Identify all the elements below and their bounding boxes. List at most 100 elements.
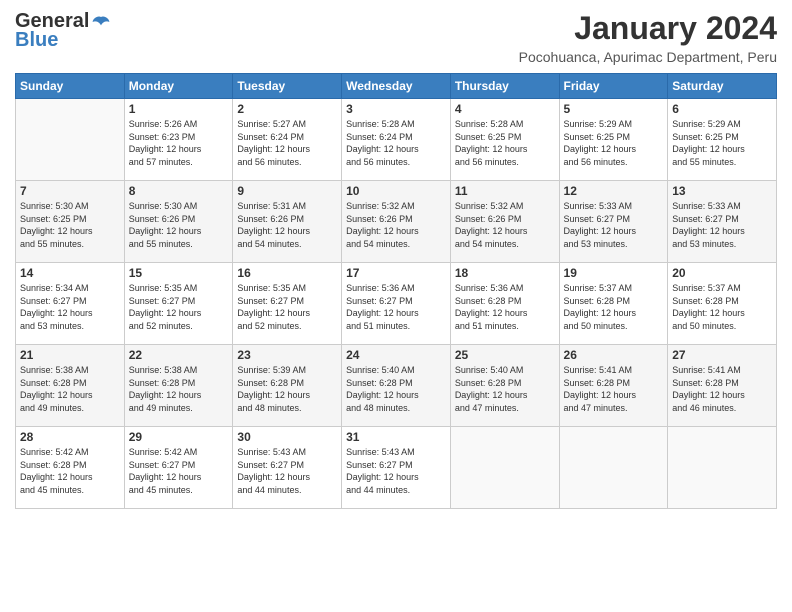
logo-blue: Blue — [15, 29, 58, 52]
table-row: 26Sunrise: 5:41 AMSunset: 6:28 PMDayligh… — [559, 345, 668, 427]
table-row: 2 Sunrise: 5:27 AMSunset: 6:24 PMDaylight… — [233, 99, 342, 181]
table-row: 17 Sunrise: 5:36 AMSunset: 6:27 PMDayligh… — [342, 263, 451, 345]
day-number: 17 — [346, 266, 446, 280]
page: General Blue January 2024 Pocohuanca, Ap… — [0, 0, 792, 612]
day-number: 19 — [564, 266, 664, 280]
day-info: Sunrise: 5:30 AMSunset: 6:26 PMDaylight:… — [129, 200, 229, 250]
day-info: Sunrise: 5:33 AMSunset: 6:27 PMDaylight:… — [672, 200, 772, 250]
day-number: 23 — [237, 348, 337, 362]
day-number: 10 — [346, 184, 446, 198]
table-row: 10 Sunrise: 5:32 AMSunset: 6:26 PMDayligh… — [342, 181, 451, 263]
calendar-week-row: 1 Sunrise: 5:26 AMSunset: 6:23 PMDaylight… — [16, 99, 777, 181]
day-info: Sunrise: 5:37 AMSunset: 6:28 PMDaylight:… — [564, 282, 664, 332]
day-number: 4 — [455, 102, 555, 116]
day-info: Sunrise: 5:32 AMSunset: 6:26 PMDaylight:… — [346, 200, 446, 250]
day-info: Sunrise: 5:31 AMSunset: 6:26 PMDaylight:… — [237, 200, 337, 250]
col-thursday: Thursday — [450, 74, 559, 99]
day-info: Sunrise: 5:29 AMSunset: 6:25 PMDaylight:… — [672, 118, 772, 168]
day-number: 31 — [346, 430, 446, 444]
day-number: 14 — [20, 266, 120, 280]
table-row: 29 Sunrise: 5:42 AMSunset: 6:27 PMDayligh… — [124, 427, 233, 509]
day-number: 11 — [455, 184, 555, 198]
day-info: Sunrise: 5:34 AMSunset: 6:27 PMDaylight:… — [20, 282, 120, 332]
table-row: 4 Sunrise: 5:28 AMSunset: 6:25 PMDaylight… — [450, 99, 559, 181]
day-info: Sunrise: 5:37 AMSunset: 6:28 PMDaylight:… — [672, 282, 772, 332]
header: General Blue January 2024 Pocohuanca, Ap… — [15, 10, 777, 65]
day-number: 8 — [129, 184, 229, 198]
day-info: Sunrise: 5:38 AMSunset: 6:28 PMDaylight:… — [20, 364, 120, 414]
day-number: 1 — [129, 102, 229, 116]
day-info: Sunrise: 5:30 AMSunset: 6:25 PMDaylight:… — [20, 200, 120, 250]
table-row: 3 Sunrise: 5:28 AMSunset: 6:24 PMDaylight… — [342, 99, 451, 181]
day-number: 27 — [672, 348, 772, 362]
day-number: 9 — [237, 184, 337, 198]
table-row: 16 Sunrise: 5:35 AMSunset: 6:27 PMDayligh… — [233, 263, 342, 345]
day-number: 30 — [237, 430, 337, 444]
col-tuesday: Tuesday — [233, 74, 342, 99]
table-row: 20Sunrise: 5:37 AMSunset: 6:28 PMDayligh… — [668, 263, 777, 345]
day-info: Sunrise: 5:28 AMSunset: 6:24 PMDaylight:… — [346, 118, 446, 168]
day-number: 15 — [129, 266, 229, 280]
day-info: Sunrise: 5:43 AMSunset: 6:27 PMDaylight:… — [237, 446, 337, 496]
table-row: 6 Sunrise: 5:29 AMSunset: 6:25 PMDaylight… — [668, 99, 777, 181]
logo: General Blue — [15, 10, 111, 52]
day-number: 28 — [20, 430, 120, 444]
table-row: 31Sunrise: 5:43 AMSunset: 6:27 PMDayligh… — [342, 427, 451, 509]
day-info: Sunrise: 5:35 AMSunset: 6:27 PMDaylight:… — [237, 282, 337, 332]
table-row: 28 Sunrise: 5:42 AMSunset: 6:28 PMDayligh… — [16, 427, 125, 509]
calendar-week-row: 28 Sunrise: 5:42 AMSunset: 6:28 PMDayligh… — [16, 427, 777, 509]
day-number: 16 — [237, 266, 337, 280]
col-wednesday: Wednesday — [342, 74, 451, 99]
table-row: 21Sunrise: 5:38 AMSunset: 6:28 PMDayligh… — [16, 345, 125, 427]
table-row — [668, 427, 777, 509]
table-row: 14 Sunrise: 5:34 AMSunset: 6:27 PMDayligh… — [16, 263, 125, 345]
day-info: Sunrise: 5:27 AMSunset: 6:24 PMDaylight:… — [237, 118, 337, 168]
month-title: January 2024 — [519, 10, 777, 47]
table-row: 18 Sunrise: 5:36 AMSunset: 6:28 PMDayligh… — [450, 263, 559, 345]
calendar-week-row: 21Sunrise: 5:38 AMSunset: 6:28 PMDayligh… — [16, 345, 777, 427]
table-row — [450, 427, 559, 509]
day-info: Sunrise: 5:38 AMSunset: 6:28 PMDaylight:… — [129, 364, 229, 414]
table-row: 13 Sunrise: 5:33 AMSunset: 6:27 PMDayligh… — [668, 181, 777, 263]
table-row: 11 Sunrise: 5:32 AMSunset: 6:26 PMDayligh… — [450, 181, 559, 263]
col-monday: Monday — [124, 74, 233, 99]
day-info: Sunrise: 5:26 AMSunset: 6:23 PMDaylight:… — [129, 118, 229, 168]
col-saturday: Saturday — [668, 74, 777, 99]
table-row: 7 Sunrise: 5:30 AMSunset: 6:25 PMDaylight… — [16, 181, 125, 263]
day-info: Sunrise: 5:33 AMSunset: 6:27 PMDaylight:… — [564, 200, 664, 250]
calendar-header-row: Sunday Monday Tuesday Wednesday Thursday… — [16, 74, 777, 99]
table-row: 15 Sunrise: 5:35 AMSunset: 6:27 PMDayligh… — [124, 263, 233, 345]
calendar-table: Sunday Monday Tuesday Wednesday Thursday… — [15, 73, 777, 509]
day-info: Sunrise: 5:41 AMSunset: 6:28 PMDaylight:… — [672, 364, 772, 414]
table-row: 12Sunrise: 5:33 AMSunset: 6:27 PMDayligh… — [559, 181, 668, 263]
logo-bird-icon — [91, 15, 111, 29]
col-sunday: Sunday — [16, 74, 125, 99]
day-info: Sunrise: 5:32 AMSunset: 6:26 PMDaylight:… — [455, 200, 555, 250]
day-info: Sunrise: 5:42 AMSunset: 6:28 PMDaylight:… — [20, 446, 120, 496]
day-number: 5 — [564, 102, 664, 116]
day-number: 24 — [346, 348, 446, 362]
day-number: 7 — [20, 184, 120, 198]
table-row: 1 Sunrise: 5:26 AMSunset: 6:23 PMDaylight… — [124, 99, 233, 181]
day-number: 13 — [672, 184, 772, 198]
day-info: Sunrise: 5:36 AMSunset: 6:27 PMDaylight:… — [346, 282, 446, 332]
day-info: Sunrise: 5:28 AMSunset: 6:25 PMDaylight:… — [455, 118, 555, 168]
day-info: Sunrise: 5:41 AMSunset: 6:28 PMDaylight:… — [564, 364, 664, 414]
day-info: Sunrise: 5:36 AMSunset: 6:28 PMDaylight:… — [455, 282, 555, 332]
day-info: Sunrise: 5:35 AMSunset: 6:27 PMDaylight:… — [129, 282, 229, 332]
day-number: 2 — [237, 102, 337, 116]
location-subtitle: Pocohuanca, Apurimac Department, Peru — [519, 49, 777, 65]
day-number: 29 — [129, 430, 229, 444]
title-block: January 2024 Pocohuanca, Apurimac Depart… — [519, 10, 777, 65]
table-row: 9 Sunrise: 5:31 AMSunset: 6:26 PMDaylight… — [233, 181, 342, 263]
day-info: Sunrise: 5:29 AMSunset: 6:25 PMDaylight:… — [564, 118, 664, 168]
day-number: 6 — [672, 102, 772, 116]
table-row: 24 Sunrise: 5:40 AMSunset: 6:28 PMDayligh… — [342, 345, 451, 427]
day-number: 3 — [346, 102, 446, 116]
table-row: 5 Sunrise: 5:29 AMSunset: 6:25 PMDaylight… — [559, 99, 668, 181]
col-friday: Friday — [559, 74, 668, 99]
day-info: Sunrise: 5:42 AMSunset: 6:27 PMDaylight:… — [129, 446, 229, 496]
day-info: Sunrise: 5:40 AMSunset: 6:28 PMDaylight:… — [346, 364, 446, 414]
table-row: 23Sunrise: 5:39 AMSunset: 6:28 PMDayligh… — [233, 345, 342, 427]
day-number: 18 — [455, 266, 555, 280]
